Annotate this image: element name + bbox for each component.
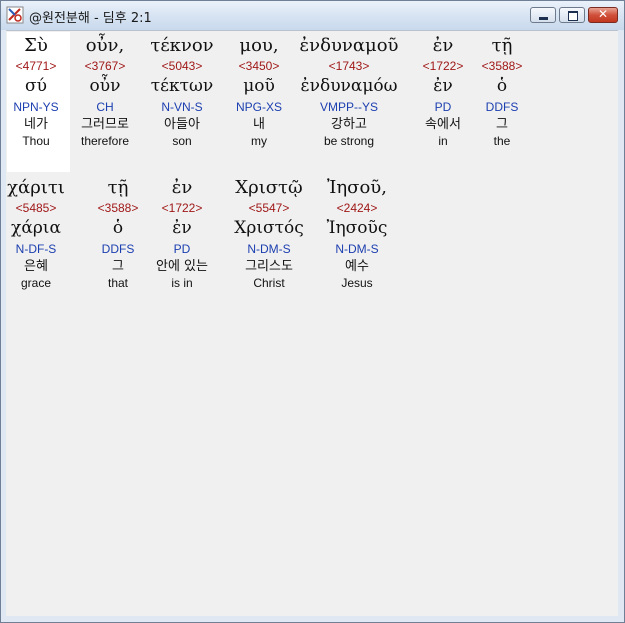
parsing-code: DDFS: [485, 100, 519, 114]
korean-gloss: 예수: [345, 259, 369, 274]
app-icon: [6, 6, 24, 24]
interlinear-panel: Σὺ <4771> σύ NPN-YS 네가 Thou οὖν, <3767> οὖν CH 그러므…: [6, 30, 618, 616]
minimize-icon: [539, 17, 548, 20]
minimize-button[interactable]: [530, 7, 556, 23]
lemma: ὁ: [496, 76, 508, 96]
close-button[interactable]: ✕: [588, 7, 618, 23]
app-window: @원전분해 - 딤후 2:1 ✕ Σὺ <4771> σύ NPN-YS 네가 Thou ο…: [0, 0, 625, 623]
korean-gloss: 그: [496, 117, 508, 132]
window-title: @원전분해 - 딤후 2:1: [29, 11, 152, 26]
strongs-number: <3588>: [481, 59, 523, 73]
lemma: Ἰησοῦς: [326, 218, 388, 238]
strongs-number: <2424>: [336, 201, 378, 215]
greek-word: τῇ: [491, 35, 513, 56]
maximize-button[interactable]: [559, 7, 585, 23]
word-column[interactable]: τῇ <3588> ὁ DDFS 그 the: [442, 33, 562, 149]
parsing-code: N-DM-S: [335, 242, 379, 256]
maximize-icon: [568, 11, 578, 21]
word-column[interactable]: Ἰησοῦ, <2424> Ἰησοῦς N-DM-S 예수 Jesus: [297, 175, 417, 291]
english-gloss: Jesus: [341, 276, 373, 290]
title-bar[interactable]: @원전분해 - 딤후 2:1 ✕: [1, 1, 624, 30]
greek-word: Ἰησοῦ,: [327, 177, 387, 198]
english-gloss: the: [493, 134, 511, 148]
close-icon: ✕: [597, 7, 609, 21]
